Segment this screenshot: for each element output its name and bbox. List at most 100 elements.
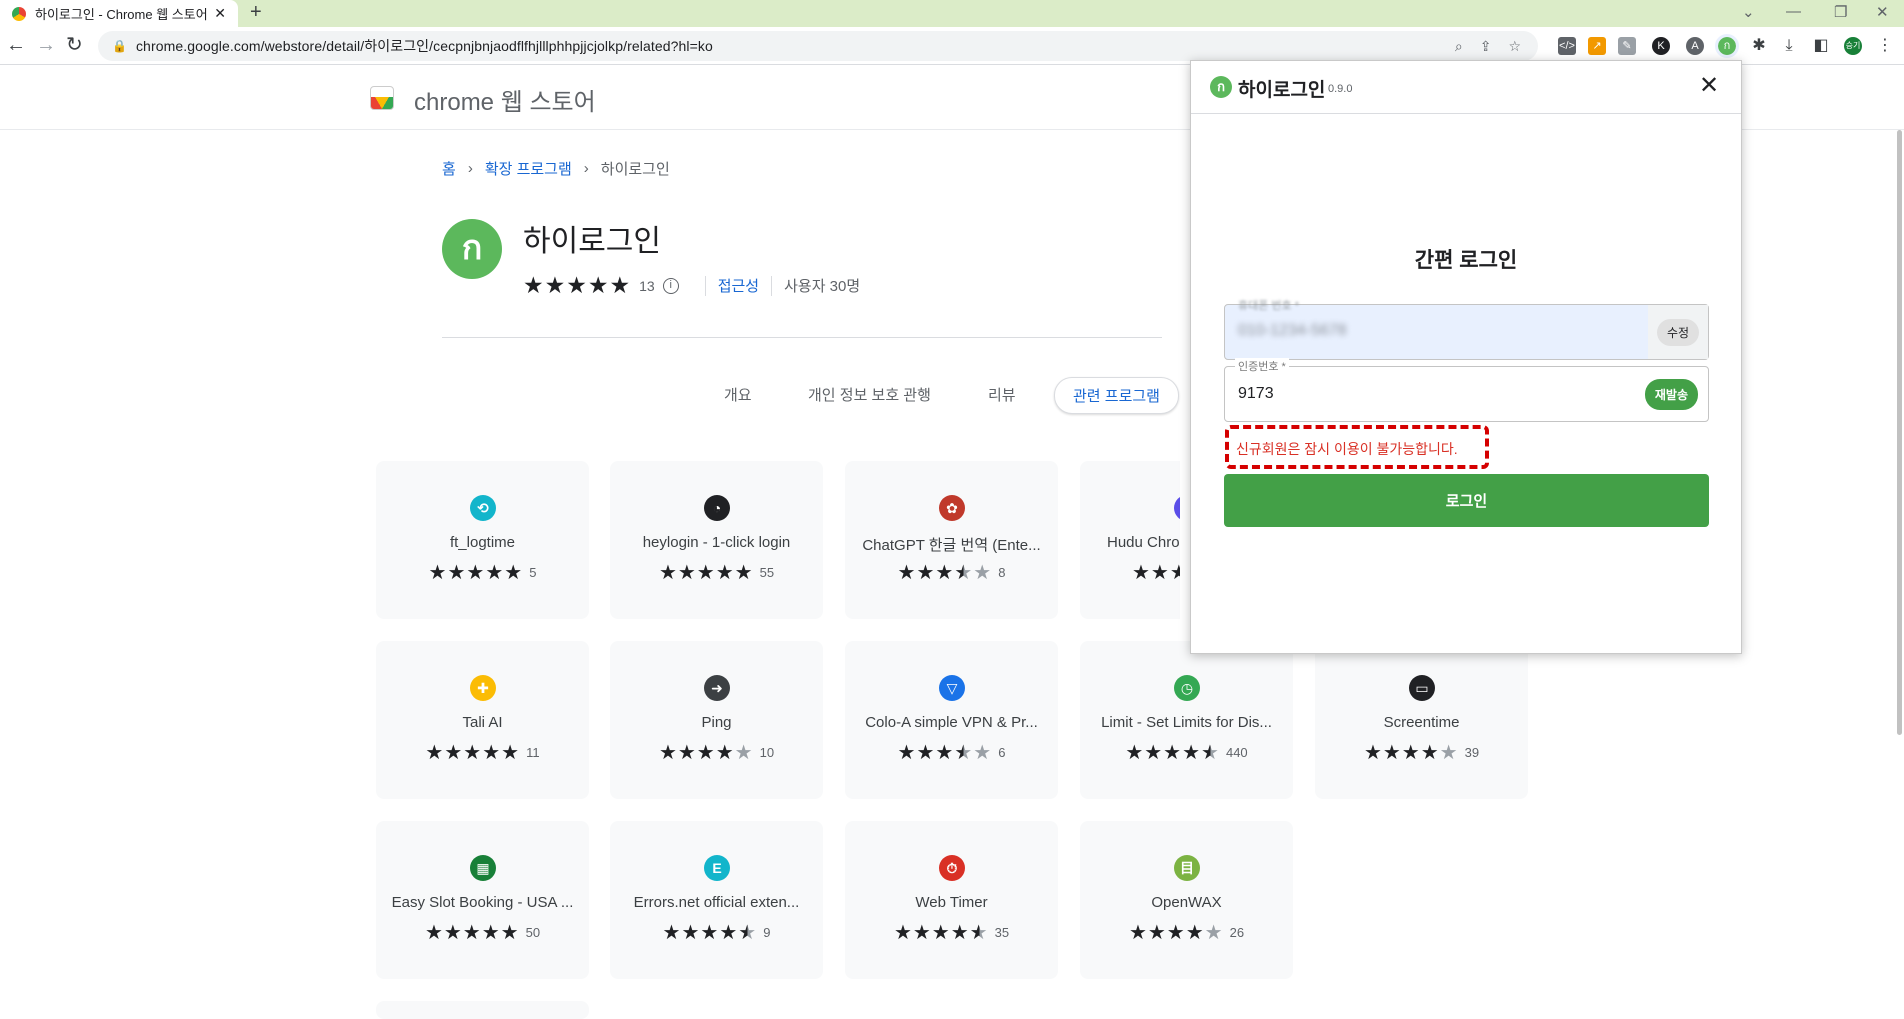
extension-a-icon[interactable]: A xyxy=(1686,37,1704,55)
ping-icon: ➜ xyxy=(704,675,730,701)
divider xyxy=(771,275,773,296)
related-extension-card[interactable]: ➜ Ping ★★★★★ 10 xyxy=(610,641,823,799)
rating-count: 8 xyxy=(998,565,1006,580)
page-scrollbar[interactable] xyxy=(1897,130,1902,735)
card-name: Screentime xyxy=(1383,714,1460,731)
related-extension-card[interactable]: ▽ Colo-A simple VPN & Pr... ★★★★★ 6 xyxy=(845,641,1058,799)
url-text[interactable]: chrome.google.com/webstore/detail/하이로그인/… xyxy=(136,36,1455,56)
related-extension-card[interactable]: ✿ ChatGPT 한글 번역 (Ente... ★★★★★ 8 xyxy=(845,461,1058,619)
downloads-icon[interactable]: ⤓ xyxy=(1780,37,1798,55)
browser-tab[interactable]: 하이로그인 - Chrome 웹 스토어 ✕ xyxy=(0,0,238,27)
breadcrumb-extensions[interactable]: 확장 프로그램 xyxy=(485,158,572,179)
forward-icon[interactable]: → xyxy=(36,33,56,57)
address-bar[interactable]: 🔒 chrome.google.com/webstore/detail/하이로그… xyxy=(98,31,1538,61)
tab-search-chevron-icon[interactable]: ⌄ xyxy=(1742,3,1755,21)
extension-k-icon[interactable]: K xyxy=(1652,37,1670,55)
chrome-web-store-logo[interactable] xyxy=(370,86,394,110)
breadcrumb-home[interactable]: 홈 xyxy=(442,158,456,179)
hilogin-logo-icon: ก xyxy=(1210,76,1232,98)
card-rating: ★★★★★ 11 xyxy=(376,740,589,765)
related-extension-card[interactable] xyxy=(376,1001,589,1019)
edit-phone-button[interactable]: 수정 xyxy=(1648,305,1708,359)
card-name: Limit - Set Limits for Dis... xyxy=(1101,714,1272,731)
store-title[interactable]: chrome 웹 스토어 xyxy=(414,82,596,117)
extensions-puzzle-icon[interactable]: ✱ xyxy=(1750,37,1768,55)
heylogin-icon: ◔ xyxy=(704,495,730,521)
related-extension-card[interactable]: ⟲ ft_logtime ★★★★★ 5 xyxy=(376,461,589,619)
rating-count: 5 xyxy=(529,565,537,580)
rating-count: 55 xyxy=(759,565,775,580)
card-rating: ★★★★★ 440 xyxy=(1080,740,1293,765)
extension-meta: ★★★★★ 13 i 접근성 사용자 30명 xyxy=(523,272,860,299)
card-rating: ★★★★★ 55 xyxy=(610,560,823,585)
back-icon[interactable]: ← xyxy=(6,33,26,57)
rating-stars: ★★★★★ xyxy=(523,272,632,298)
code-input[interactable]: 9173 xyxy=(1238,385,1274,403)
card-name: Tali AI xyxy=(462,714,503,731)
extension-name: 하이로그인 xyxy=(523,225,661,258)
extension-devtools-icon[interactable]: </> xyxy=(1558,37,1576,55)
rating-count: 39 xyxy=(1464,745,1480,760)
edit-label[interactable]: 수정 xyxy=(1656,318,1700,346)
user-count: 사용자 30명 xyxy=(784,278,861,295)
related-extension-card[interactable]: E Errors.net official exten... ★★★★★ 9 xyxy=(610,821,823,979)
tab-privacy[interactable]: 개인 정보 보호 관행 xyxy=(808,384,931,405)
shield-icon: ▽ xyxy=(939,675,965,701)
card-name: heylogin - 1-click login xyxy=(642,534,791,551)
close-window-icon[interactable]: ✕ xyxy=(1876,3,1889,21)
minimize-icon[interactable]: — xyxy=(1786,3,1801,20)
zoom-search-icon[interactable]: ⌕ xyxy=(1455,38,1463,55)
close-tab-icon[interactable]: ✕ xyxy=(214,5,226,22)
resend-button[interactable]: 재발송 xyxy=(1644,379,1698,410)
rating-stars: ★★★★★ xyxy=(424,922,520,944)
related-extension-card[interactable]: ▭ Screentime ★★★★★ 39 xyxy=(1315,641,1528,799)
extension-chart-icon[interactable]: ↗ xyxy=(1588,37,1606,55)
popup-app-name: 하이로그인 xyxy=(1238,80,1326,101)
verification-code-field[interactable]: 인증번호 * 9173 재발송 xyxy=(1224,358,1709,422)
related-extension-card[interactable]: ↗ Hudu Chrom ★★★★★ xyxy=(1080,461,1180,619)
tab-overview[interactable]: 개요 xyxy=(724,384,752,405)
new-tab-button[interactable]: + xyxy=(250,1,262,24)
lock-icon[interactable]: 🔒 xyxy=(112,39,127,53)
rating-count: 10 xyxy=(759,745,775,760)
code-icon: E xyxy=(704,855,730,881)
restore-icon[interactable]: ❐ xyxy=(1834,3,1847,21)
related-extension-card[interactable]: ▦ Easy Slot Booking - USA ... ★★★★★ 50 xyxy=(376,821,589,979)
card-rating: ★★★★★ 9 xyxy=(610,920,823,945)
extension-pencil-icon[interactable]: ✎ xyxy=(1618,37,1636,55)
rating-count: 6 xyxy=(998,745,1006,760)
tab-related[interactable]: 관련 프로그램 xyxy=(1054,377,1179,414)
rating-stars: ★★★★★ xyxy=(897,562,993,584)
related-extension-card[interactable]: 目 OpenWAX ★★★★★ 26 xyxy=(1080,821,1293,979)
side-panel-icon[interactable]: ◧ xyxy=(1812,37,1830,55)
section-divider xyxy=(442,337,1162,338)
tab-reviews[interactable]: 리뷰 xyxy=(988,384,1016,405)
card-name: ChatGPT 한글 번역 (Ente... xyxy=(862,537,1041,554)
phone-field[interactable]: 휴대폰 번호 * 010-1234-5678 수정 xyxy=(1224,300,1709,360)
rating-count: 9 xyxy=(763,925,771,940)
related-extension-card[interactable]: ✚ Tali AI ★★★★★ 11 xyxy=(376,641,589,799)
login-button[interactable]: 로그인 xyxy=(1224,474,1709,527)
rating-stars: ★★★★★ xyxy=(428,562,524,584)
rating-count: 26 xyxy=(1229,925,1245,940)
phone-input[interactable]: 010-1234-5678 xyxy=(1238,322,1347,340)
info-icon[interactable]: i xyxy=(662,277,679,294)
accessibility-link[interactable]: 접근성 xyxy=(718,275,759,296)
hudu-icon: ↗ xyxy=(1174,495,1180,521)
profile-avatar[interactable]: 승기 xyxy=(1844,37,1862,55)
breadcrumb-current: 하이로그인 xyxy=(600,161,670,178)
share-icon[interactable]: ⇪ xyxy=(1480,38,1492,55)
close-icon[interactable]: ✕ xyxy=(1699,71,1719,100)
related-extension-card[interactable]: ◷ Limit - Set Limits for Dis... ★★★★★ 440 xyxy=(1080,641,1293,799)
extension-logo: ก xyxy=(442,219,502,279)
menu-kebab-icon[interactable]: ⋮ xyxy=(1876,37,1894,55)
openai-icon: ✿ xyxy=(939,495,965,521)
reload-icon[interactable]: ↻ xyxy=(66,33,83,57)
related-extension-card[interactable]: ◔ heylogin - 1-click login ★★★★★ 55 xyxy=(610,461,823,619)
rating-stars: ★★★★★ xyxy=(662,922,758,944)
related-extension-card[interactable]: ⏱ Web Timer ★★★★★ 35 xyxy=(845,821,1058,979)
bookmark-star-icon[interactable]: ☆ xyxy=(1508,38,1521,55)
tab-strip: 하이로그인 - Chrome 웹 스토어 ✕ + ⌄ — ❐ ✕ xyxy=(0,0,1904,27)
extension-hilogin-icon[interactable]: ก xyxy=(1715,34,1739,58)
card-name: Hudu Chrom xyxy=(1107,534,1180,551)
